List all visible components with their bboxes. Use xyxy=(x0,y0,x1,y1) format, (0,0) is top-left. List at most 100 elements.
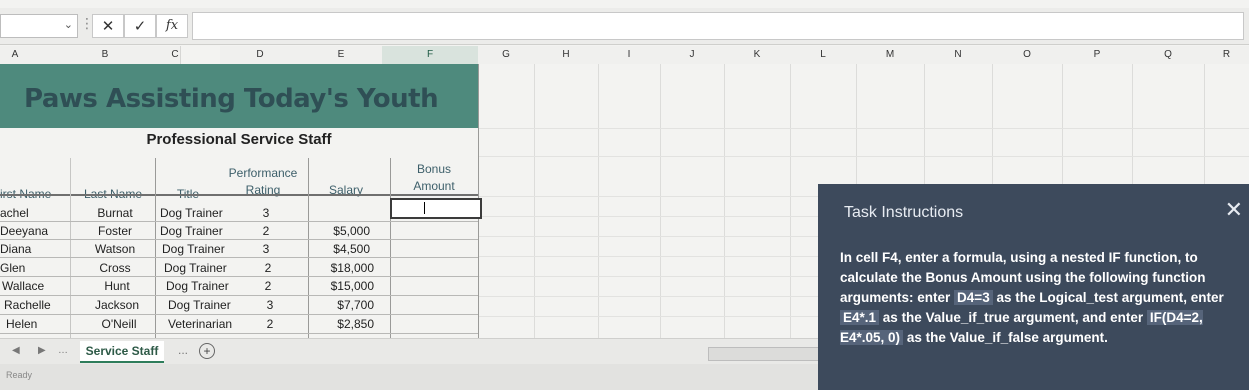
column-header-q[interactable]: Q xyxy=(1132,46,1205,64)
gridline xyxy=(724,64,725,366)
cell-salary[interactable]: $18,000 xyxy=(310,259,374,277)
cell-last-name[interactable]: Jackson xyxy=(82,296,152,314)
sheet-tab-bar: ◀ ▶ … Service Staff ... + xyxy=(0,338,820,365)
cell-title[interactable]: Dog Trainer xyxy=(166,277,232,295)
task-text-part: as the Logical_test argument, enter xyxy=(996,290,1224,305)
column-header-g[interactable]: G xyxy=(478,46,535,64)
column-header-j[interactable]: J xyxy=(660,46,725,64)
insert-function-button[interactable]: fx xyxy=(156,14,188,38)
cell-title[interactable]: Dog Trainer xyxy=(160,222,226,240)
column-header-e[interactable]: E xyxy=(300,46,383,64)
scroll-right-icon[interactable]: ▶ xyxy=(38,345,46,356)
cell-salary[interactable] xyxy=(308,204,370,222)
cancel-entry-button[interactable]: ✕ xyxy=(92,14,124,38)
scroll-left-icon[interactable]: ◀ xyxy=(12,345,20,356)
cell-rating[interactable]: 3 xyxy=(236,204,296,222)
gridline xyxy=(1132,64,1133,184)
gridline xyxy=(478,156,1249,157)
gridline xyxy=(478,216,818,217)
header-rating-line1[interactable]: Performance xyxy=(220,165,306,181)
cell-last-name[interactable]: Hunt xyxy=(82,277,152,295)
cell-first-name[interactable]: Glen xyxy=(0,259,66,277)
sheet-tab-service-staff[interactable]: Service Staff xyxy=(80,341,164,363)
cell-first-name[interactable]: achel xyxy=(0,204,66,222)
gridline xyxy=(478,276,818,277)
task-text-part: as the Value_if_false argument. xyxy=(906,330,1108,345)
cell-salary[interactable]: $2,850 xyxy=(310,315,374,333)
chevron-down-icon[interactable]: ⌄ xyxy=(64,18,73,31)
more-sheets-left[interactable]: … xyxy=(58,345,68,356)
gridline xyxy=(790,64,791,366)
column-header-c[interactable]: C xyxy=(130,46,220,64)
gridline xyxy=(1062,64,1063,184)
cell-title[interactable]: Dog Trainer xyxy=(162,240,228,258)
cell-rating[interactable]: 2 xyxy=(238,277,298,295)
cell-rating[interactable]: 3 xyxy=(236,240,296,258)
cell-first-name[interactable]: Diana xyxy=(0,240,66,258)
cell-title[interactable]: Dog Trainer xyxy=(168,296,234,314)
column-divider xyxy=(155,158,156,338)
cell-salary[interactable]: $5,000 xyxy=(308,222,370,240)
cell-salary[interactable]: $7,700 xyxy=(310,296,374,314)
column-header-r[interactable]: R xyxy=(1204,46,1249,64)
cell-rating[interactable]: 3 xyxy=(240,296,300,314)
cell-title[interactable]: Veterinarian xyxy=(168,315,234,333)
header-bonus-line2[interactable]: Amount xyxy=(390,178,478,194)
confirm-entry-button[interactable]: ✓ xyxy=(124,14,156,38)
cell-title[interactable]: Dog Trainer xyxy=(164,259,230,277)
column-header-l[interactable]: L xyxy=(790,46,857,64)
cell-last-name[interactable]: Burnat xyxy=(80,204,150,222)
add-sheet-icon[interactable]: + xyxy=(199,343,215,359)
text-cursor xyxy=(424,202,425,214)
gridline xyxy=(924,64,925,184)
column-header-p[interactable]: P xyxy=(1062,46,1133,64)
gridline xyxy=(478,296,818,297)
cell-last-name[interactable]: Cross xyxy=(80,259,150,277)
active-cell-f4[interactable] xyxy=(390,198,482,219)
column-header-h[interactable]: H xyxy=(534,46,599,64)
cell-rating[interactable]: 2 xyxy=(240,315,300,333)
column-divider xyxy=(390,158,391,338)
cell-last-name[interactable]: Foster xyxy=(80,222,150,240)
cell-first-name[interactable]: Deeyana xyxy=(0,222,66,240)
column-header-d[interactable]: D xyxy=(220,46,301,64)
column-header-n[interactable]: N xyxy=(924,46,993,64)
cell-first-name[interactable]: Rachelle xyxy=(4,296,70,314)
column-header-i[interactable]: I xyxy=(598,46,661,64)
gridline xyxy=(478,196,818,197)
column-divider xyxy=(70,158,71,338)
gridline xyxy=(598,64,599,366)
cell-last-name[interactable]: O'Neill xyxy=(84,315,154,333)
task-title: Task Instructions xyxy=(844,204,964,221)
column-header-o[interactable]: O xyxy=(992,46,1063,64)
task-code-value-if-true: E4*.1 xyxy=(840,310,880,325)
gridline xyxy=(992,64,993,184)
cell-first-name[interactable]: Wallace xyxy=(2,277,68,295)
cell-last-name[interactable]: Watson xyxy=(80,240,150,258)
task-text-part: as the Value_if_true argument, and enter xyxy=(882,310,1144,325)
cell-rating[interactable]: 2 xyxy=(238,259,298,277)
column-header-m[interactable]: M xyxy=(856,46,925,64)
column-header-f[interactable]: F xyxy=(382,46,479,66)
header-border xyxy=(0,194,478,196)
gridline xyxy=(534,64,535,366)
more-sheets-button[interactable]: ... xyxy=(178,343,188,357)
horizontal-scrollbar[interactable] xyxy=(708,347,820,361)
name-box[interactable]: ⌄ xyxy=(0,14,78,38)
gridline xyxy=(1204,64,1205,184)
cell-rating[interactable]: 2 xyxy=(236,222,296,240)
formula-input[interactable] xyxy=(192,12,1244,40)
row-border xyxy=(0,295,478,296)
task-code-logical-test: D4=3 xyxy=(954,290,993,305)
cell-first-name[interactable]: Helen xyxy=(6,315,72,333)
status-text: Ready xyxy=(6,370,33,380)
close-icon[interactable]: ✕ xyxy=(1225,198,1243,223)
gridline xyxy=(478,316,818,317)
header-bonus-line1[interactable]: Bonus xyxy=(390,161,478,177)
cell-salary[interactable]: $4,500 xyxy=(308,240,370,258)
column-header-a[interactable]: A xyxy=(0,46,31,64)
task-instructions-pane: Task Instructions ✕ In cell F4, enter a … xyxy=(818,184,1249,390)
column-header-k[interactable]: K xyxy=(724,46,791,64)
cell-title[interactable]: Dog Trainer xyxy=(160,204,226,222)
cell-salary[interactable]: $15,000 xyxy=(310,277,374,295)
